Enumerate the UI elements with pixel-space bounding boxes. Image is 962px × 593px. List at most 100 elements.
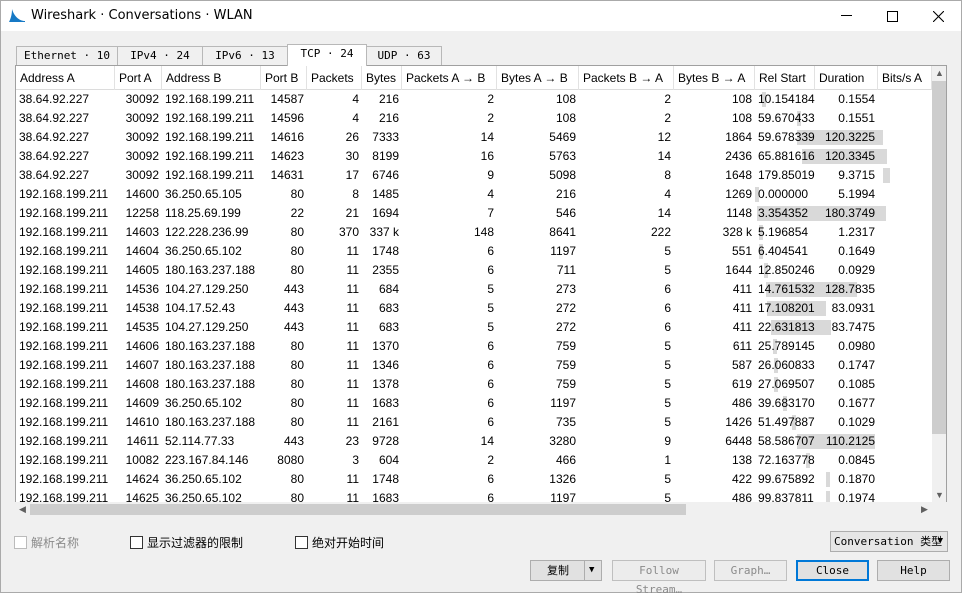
resolve-names-option[interactable]: 解析名称 <box>14 534 79 551</box>
limit-filter-option[interactable]: 显示过滤器的限制 <box>130 534 243 551</box>
wireshark-fin-icon <box>9 9 25 22</box>
column-header-address-a[interactable]: Address A <box>16 66 115 90</box>
cell-bytes-b-a: 411 <box>732 301 752 315</box>
vertical-scroll-thumb[interactable] <box>932 81 946 434</box>
tab-ipv4[interactable]: IPv4 · 24 <box>117 46 203 65</box>
table-row[interactable]: 38.64.92.227 30092 192.168.199.211 14596 4 21… <box>16 109 932 128</box>
close-window-button[interactable] <box>915 1 961 31</box>
column-header-rel-start[interactable]: Rel Start <box>755 66 815 90</box>
cell-packets: 11 <box>346 320 359 334</box>
table-row[interactable]: 192.168.199.211 14625 36.250.65.102 80 11 168… <box>16 489 932 502</box>
table-row[interactable]: 192.168.199.211 14606 180.163.237.188 80 11 1… <box>16 337 932 356</box>
cell-bytes-b-a: 1426 <box>725 415 752 429</box>
column-header-bytes-b-a[interactable]: Bytes B → A <box>674 66 755 90</box>
absolute-start-option[interactable]: 绝对开始时间 <box>295 534 384 551</box>
column-header-bytes-a-b[interactable]: Bytes A → B <box>497 66 579 90</box>
cell-port-b: 80 <box>290 263 304 277</box>
cell-packets: 11 <box>346 301 359 315</box>
cell-packets-a-b: 5 <box>487 301 494 315</box>
absolute-start-checkbox[interactable] <box>295 536 308 549</box>
column-header-duration[interactable]: Duration <box>815 66 878 90</box>
column-header-port-b[interactable]: Port B <box>261 66 307 90</box>
cell-duration: 110.2125 <box>825 434 875 448</box>
table-row[interactable]: 38.64.92.227 30092 192.168.199.211 14631 17 6… <box>16 166 932 185</box>
table-row[interactable]: 38.64.92.227 30092 192.168.199.211 14623 30 8… <box>16 147 932 166</box>
cell-port-a: 14609 <box>125 396 159 410</box>
cell-address-b: 192.168.199.211 <box>165 168 255 182</box>
cell-duration: 0.1554 <box>838 92 875 106</box>
table-row[interactable]: 192.168.199.211 14610 180.163.237.188 80 11 2… <box>16 413 932 432</box>
horizontal-scroll-thumb[interactable] <box>30 504 686 515</box>
close-button[interactable]: Close <box>796 560 869 581</box>
table-row[interactable]: 192.168.199.211 14536 104.27.129.250 443 11 6… <box>16 280 932 299</box>
maximize-button[interactable] <box>869 1 915 31</box>
table-row[interactable]: 192.168.199.211 12258 118.25.69.199 22 21 169… <box>16 204 932 223</box>
column-header-packets-b-a[interactable]: Packets B → A <box>579 66 674 90</box>
tab-ipv6[interactable]: IPv6 · 13 <box>202 46 288 65</box>
column-header-bytes[interactable]: Bytes <box>362 66 402 90</box>
table-row[interactable]: 192.168.199.211 10082 223.167.84.146 8080 3 6… <box>16 451 932 470</box>
cell-port-a: 14608 <box>125 377 159 391</box>
scroll-up-icon[interactable]: ▲ <box>932 66 946 81</box>
window-title: Wireshark · Conversations · WLAN <box>31 8 253 23</box>
tab-udp[interactable]: UDP · 63 <box>366 46 442 65</box>
column-header-packets[interactable]: Packets <box>307 66 362 90</box>
limit-filter-checkbox[interactable] <box>130 536 143 549</box>
table-row[interactable]: 192.168.199.211 14535 104.27.129.250 443 11 6… <box>16 318 932 337</box>
cell-address-b: 192.168.199.211 <box>165 111 255 125</box>
cell-port-a: 14538 <box>125 301 159 315</box>
resolve-names-checkbox[interactable] <box>14 536 27 549</box>
follow-stream-button[interactable]: Follow Stream… <box>612 560 706 593</box>
title-bar[interactable]: Wireshark · Conversations · WLAN <box>1 1 961 31</box>
copy-label: 复制 <box>547 564 569 577</box>
tab-ethernet[interactable]: Ethernet · 10 <box>16 46 118 65</box>
table-row[interactable]: 192.168.199.211 14603 122.228.236.99 80 370 3… <box>16 223 932 242</box>
cell-duration: 83.7475 <box>831 320 875 334</box>
cell-packets-a-b: 6 <box>487 263 494 277</box>
scroll-left-icon[interactable]: ◀ <box>15 502 30 517</box>
table-row[interactable]: 192.168.199.211 14605 180.163.237.188 80 11 2… <box>16 261 932 280</box>
column-header-address-b[interactable]: Address B <box>162 66 261 90</box>
absolute-start-label: 绝对开始时间 <box>312 536 385 550</box>
cell-bytes-b-a: 2436 <box>725 149 752 163</box>
cell-bytes: 684 <box>378 282 399 296</box>
horizontal-scrollbar[interactable]: ◀ ▶ <box>15 502 947 517</box>
table-row[interactable]: 192.168.199.211 14611 52.114.77.33 443 23 972… <box>16 432 932 451</box>
conversation-table: Address A Port A Address B Port B Packets Byt… <box>15 65 947 503</box>
cell-rel-start: 27.069507 <box>758 377 815 391</box>
help-button[interactable]: Help <box>877 560 950 581</box>
cell-port-b: 443 <box>283 301 304 315</box>
vertical-scrollbar[interactable]: ▲ ▼ <box>932 66 946 502</box>
table-row[interactable]: 38.64.92.227 30092 192.168.199.211 14616 26 7… <box>16 128 932 147</box>
table-row[interactable]: 192.168.199.211 14600 36.250.65.105 80 8 1485… <box>16 185 932 204</box>
cell-bytes: 1346 <box>372 358 399 372</box>
column-header-bits-a[interactable]: Bits/s A <box>878 66 932 90</box>
column-header-port-a[interactable]: Port A <box>115 66 162 90</box>
cell-bytes-a-b: 759 <box>555 339 576 353</box>
table-row[interactable]: 192.168.199.211 14609 36.250.65.102 80 11 168… <box>16 394 932 413</box>
cell-duration: 83.0931 <box>831 301 875 315</box>
table-row[interactable]: 192.168.199.211 14604 36.250.65.102 80 11 174… <box>16 242 932 261</box>
cell-packets-b-a: 5 <box>664 396 671 410</box>
cell-duration: 0.1974 <box>838 491 875 502</box>
scroll-down-icon[interactable]: ▼ <box>932 488 946 502</box>
table-row[interactable]: 38.64.92.227 30092 192.168.199.211 14587 4 21… <box>16 90 932 109</box>
table-row[interactable]: 192.168.199.211 14538 104.17.52.43 443 11 683… <box>16 299 932 318</box>
cell-port-a: 14606 <box>125 339 159 353</box>
table-row[interactable]: 192.168.199.211 14607 180.163.237.188 80 11 1… <box>16 356 932 375</box>
conversation-type-dropdown[interactable]: Conversation 类型 ▼ <box>830 531 948 552</box>
table-row[interactable]: 192.168.199.211 14608 180.163.237.188 80 11 1… <box>16 375 932 394</box>
copy-menu-arrow-icon[interactable]: ▼ <box>589 561 594 580</box>
cell-bytes-b-a: 108 <box>731 111 752 125</box>
minimize-button[interactable] <box>823 1 869 31</box>
table-body: 38.64.92.227 30092 192.168.199.211 14587 4 21… <box>16 90 932 502</box>
column-header-packets-a-b[interactable]: Packets A → B <box>402 66 497 90</box>
graph-button[interactable]: Graph… <box>714 560 787 581</box>
table-row[interactable]: 192.168.199.211 14624 36.250.65.102 80 11 174… <box>16 470 932 489</box>
cell-packets-a-b: 148 <box>473 225 494 239</box>
copy-button[interactable]: 复制 ▼ <box>530 560 602 581</box>
scroll-right-icon[interactable]: ▶ <box>917 502 932 517</box>
cell-bytes: 216 <box>378 111 399 125</box>
tab-tcp[interactable]: TCP · 24 <box>287 44 367 66</box>
split-divider <box>584 561 585 580</box>
